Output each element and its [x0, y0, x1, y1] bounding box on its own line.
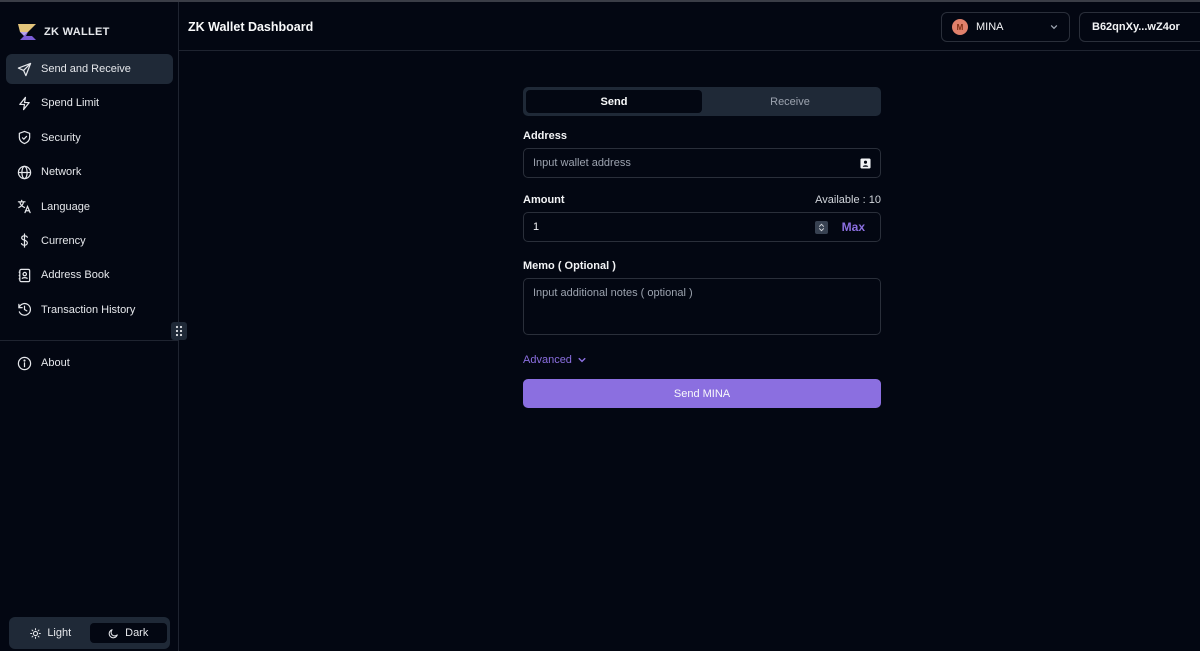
sidebar-item-network[interactable]: Network — [6, 157, 173, 187]
account-address: B62qnXy...wZ4or — [1092, 21, 1180, 33]
sidebar-item-address-book[interactable]: Address Book — [6, 260, 173, 290]
theme-dark-label: Dark — [125, 627, 149, 639]
account-address-button[interactable]: B62qnXy...wZ4or — [1079, 12, 1200, 42]
theme-light-button[interactable]: Light — [12, 623, 90, 643]
token-select[interactable]: M MINA — [941, 12, 1070, 42]
memo-label: Memo ( Optional ) — [523, 260, 616, 272]
history-icon — [18, 303, 31, 316]
amount-input[interactable] — [533, 221, 815, 233]
address-field — [523, 148, 881, 178]
page-title: ZK Wallet Dashboard — [188, 20, 314, 34]
stepper-arrows-icon — [818, 223, 824, 231]
drag-handle-icon — [175, 325, 183, 337]
mina-token-icon: M — [952, 19, 968, 35]
bolt-icon — [19, 96, 30, 111]
tab-send[interactable]: Send — [526, 90, 702, 113]
logo[interactable]: ZK WALLET — [16, 23, 110, 41]
theme-dark-button[interactable]: Dark — [89, 623, 167, 643]
sidebar-item-label: Send and Receive — [41, 63, 131, 75]
sidebar-divider — [0, 340, 179, 341]
amount-label-row: Amount Available : 10 — [523, 194, 881, 206]
chevron-down-icon — [1050, 25, 1058, 30]
address-label-row: Address — [523, 130, 881, 142]
sidebar-nav: Send and Receive Spend Limit Security Ne… — [6, 54, 173, 329]
sidebar-item-send-and-receive[interactable]: Send and Receive — [6, 54, 173, 84]
amount-stepper[interactable] — [814, 220, 828, 234]
contact-icon — [18, 268, 31, 283]
sidebar-about-section: About — [6, 348, 173, 382]
sidebar-item-spend-limit[interactable]: Spend Limit — [6, 88, 173, 118]
sidebar-item-currency[interactable]: Currency — [6, 226, 173, 256]
top-bar: ZK Wallet Dashboard M MINA B62qnXy...wZ4… — [179, 2, 1200, 51]
sidebar-item-label: About — [41, 357, 70, 369]
sidebar-item-label: Language — [41, 200, 90, 213]
translate-icon — [17, 199, 31, 214]
theme-light-label: Light — [47, 627, 72, 639]
sidebar-resize-handle[interactable] — [171, 322, 187, 340]
send-icon — [17, 62, 32, 76]
sidebar-item-about[interactable]: About — [6, 348, 173, 378]
send-receive-form: Send Receive Address Amount Available : … — [523, 87, 881, 408]
sidebar-item-label: Security — [41, 131, 81, 144]
memo-textarea[interactable] — [523, 278, 881, 335]
send-receive-tabs: Send Receive — [523, 87, 881, 116]
globe-icon — [17, 165, 32, 179]
sidebar-item-label: Network — [41, 166, 82, 179]
tab-receive[interactable]: Receive — [702, 90, 878, 113]
sidebar-item-security[interactable]: Security — [6, 123, 173, 153]
amount-field: Max — [523, 212, 881, 242]
memo-label-row: Memo ( Optional ) — [523, 260, 881, 272]
available-balance: Available : 10 — [815, 194, 881, 206]
chevron-down-icon — [578, 357, 586, 363]
sun-icon — [30, 627, 42, 639]
address-input[interactable] — [533, 157, 860, 169]
sidebar-item-label: Transaction History — [41, 303, 136, 316]
moon-icon — [108, 628, 118, 638]
sidebar-item-transaction-history[interactable]: Transaction History — [6, 295, 173, 325]
address-label: Address — [523, 130, 568, 142]
max-amount-button[interactable]: Max — [842, 220, 865, 234]
shield-icon — [18, 131, 31, 145]
sidebar-item-label: Address Book — [41, 269, 110, 282]
sidebar-item-label: Currency — [41, 234, 86, 247]
send-mina-button[interactable]: Send MINA — [523, 379, 881, 408]
token-select-label: MINA — [976, 21, 1004, 33]
amount-label: Amount — [523, 194, 565, 206]
zk-logo-icon — [18, 24, 36, 40]
advanced-toggle[interactable]: Advanced — [523, 354, 881, 366]
info-icon — [17, 356, 32, 370]
sidebar-item-label: Spend Limit — [41, 97, 100, 110]
logo-text: ZK WALLET — [44, 26, 110, 38]
address-book-icon[interactable] — [860, 157, 871, 169]
advanced-label: Advanced — [523, 354, 572, 366]
dollar-icon — [20, 233, 28, 249]
theme-toggle: Light Dark — [9, 617, 170, 649]
sidebar-item-language[interactable]: Language — [6, 192, 173, 222]
sidebar: ZK WALLET Send and Receive Spend Limit S… — [0, 2, 179, 651]
